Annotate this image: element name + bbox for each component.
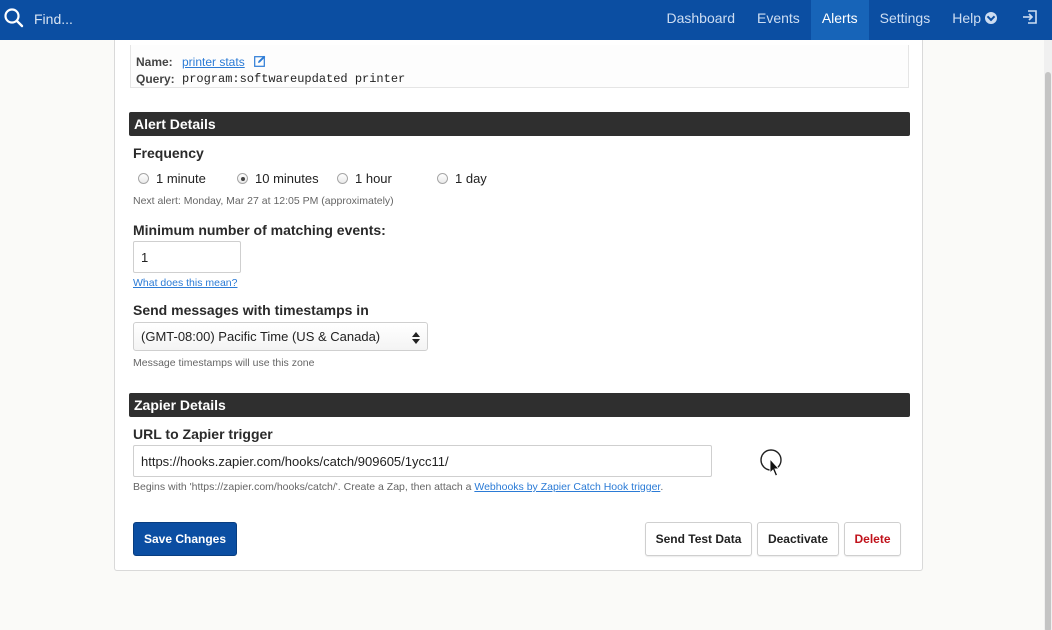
what-does-this-mean-link-wrap: What does this mean?	[133, 277, 237, 289]
timezone-help-text: Message timestamps will use this zone	[133, 357, 315, 369]
query-row: Query: program:softwareupdated printer	[136, 72, 405, 86]
frequency-option-10-minutes[interactable]: 10 minutes	[237, 171, 319, 186]
timezone-select[interactable]: (GMT-08:00) Pacific Time (US & Canada)	[133, 322, 428, 351]
search-placeholder: Find...	[34, 11, 73, 27]
nav-help[interactable]: Help	[941, 0, 1008, 40]
min-events-label: Minimum number of matching events:	[133, 222, 386, 238]
search-name-link[interactable]: printer stats	[182, 55, 245, 69]
nav-alerts[interactable]: Alerts	[810, 0, 869, 40]
search-info-box: Name: printer stats Query: program:softw…	[130, 45, 909, 88]
radio-label: 10 minutes	[255, 171, 319, 186]
name-label: Name:	[136, 54, 173, 69]
help-circle-icon	[985, 12, 997, 24]
logout-button[interactable]	[1008, 0, 1052, 40]
top-navigation-bar: Find... Dashboard Events Alerts Settings…	[0, 0, 1052, 40]
deactivate-button[interactable]: Deactivate	[757, 522, 839, 556]
timestamps-label: Send messages with timestamps in	[133, 302, 369, 318]
next-alert-text: Next alert: Monday, Mar 27 at 12:05 PM (…	[133, 195, 394, 207]
frequency-option-1-minute[interactable]: 1 minute	[138, 171, 206, 186]
zapier-url-input[interactable]: https://hooks.zapier.com/hooks/catch/909…	[133, 445, 712, 477]
radio-label: 1 minute	[156, 171, 206, 186]
send-test-data-button[interactable]: Send Test Data	[645, 522, 752, 556]
frequency-option-1-day[interactable]: 1 day	[437, 171, 487, 186]
radio-button[interactable]	[337, 173, 348, 184]
radio-label: 1 hour	[355, 171, 392, 186]
logout-icon	[1022, 2, 1038, 39]
frequency-label: Frequency	[133, 145, 204, 161]
save-changes-button[interactable]: Save Changes	[133, 522, 237, 556]
edit-icon[interactable]	[253, 55, 266, 70]
nav-help-label: Help	[952, 10, 981, 26]
query-label: Query:	[136, 72, 175, 86]
alert-settings-card: Name: printer stats Query: program:softw…	[114, 40, 923, 571]
what-does-this-mean-link[interactable]: What does this mean?	[133, 277, 237, 289]
nav-events[interactable]: Events	[746, 0, 811, 40]
main-nav: Dashboard Events Alerts Settings Help	[656, 0, 1052, 40]
zapier-help-text: Begins with 'https://zapier.com/hooks/ca…	[133, 481, 663, 493]
search-icon[interactable]	[4, 7, 34, 31]
radio-button[interactable]	[138, 173, 149, 184]
timezone-selected-value: (GMT-08:00) Pacific Time (US & Canada)	[141, 329, 381, 344]
min-events-input[interactable]: 1	[133, 241, 241, 273]
nav-settings[interactable]: Settings	[869, 0, 942, 40]
name-row: Name: printer stats	[136, 54, 266, 69]
zapier-help-suffix: .	[660, 481, 664, 493]
query-value: program:softwareupdated printer	[182, 72, 406, 86]
page-scrollbar[interactable]	[1044, 40, 1052, 630]
radio-button[interactable]	[437, 173, 448, 184]
zapier-url-label: URL to Zapier trigger	[133, 426, 273, 442]
select-arrows-icon	[412, 332, 420, 347]
alert-details-header: Alert Details	[129, 112, 910, 136]
zapier-help-prefix: Begins with 'https://zapier.com/hooks/ca…	[133, 481, 475, 493]
radio-button-selected[interactable]	[237, 173, 248, 184]
mouse-cursor-icon	[760, 449, 784, 482]
frequency-option-1-hour[interactable]: 1 hour	[337, 171, 392, 186]
radio-label: 1 day	[455, 171, 487, 186]
nav-dashboard[interactable]: Dashboard	[656, 0, 747, 40]
delete-button[interactable]: Delete	[844, 522, 901, 556]
scrollbar-thumb[interactable]	[1045, 72, 1051, 630]
zapier-details-header: Zapier Details	[129, 393, 910, 417]
search-field[interactable]: Find...	[4, 7, 73, 31]
zapier-webhook-link[interactable]: Webhooks by Zapier Catch Hook trigger	[474, 481, 660, 493]
